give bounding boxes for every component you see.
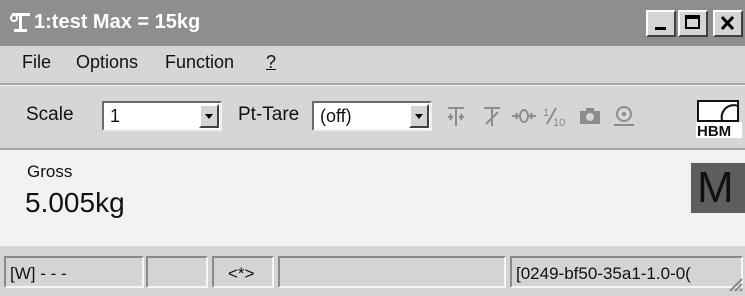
weight-reading: 5.005kg <box>25 187 125 218</box>
status-bar: [W] - - - <*> [0249-bf50-35a1-1.0-0( <box>0 248 745 296</box>
menu-options[interactable]: Options <box>76 52 138 73</box>
pt-tare-label: Pt-Tare <box>238 104 300 125</box>
menu-bar: File Options Function ? <box>0 46 745 82</box>
menu-function[interactable]: Function <box>165 52 234 73</box>
menu-help[interactable]: ? <box>266 52 276 73</box>
status-indicator-text: M <box>697 163 734 212</box>
window-title: 1:test Max = 15kg <box>34 11 201 33</box>
maximize-icon <box>685 15 700 29</box>
tenth-resolution-icon[interactable]: 1 10 <box>542 102 570 130</box>
scale-window: 1:test Max = 15kg File Options Function … <box>0 0 745 296</box>
scale-select-value: 1 <box>110 106 121 126</box>
status-mode-text: [W] - - - <box>10 264 67 283</box>
resize-grip-icon[interactable] <box>725 274 743 292</box>
pt-tare-select-value: (off) <box>320 106 352 126</box>
zero-set-icon[interactable] <box>478 102 506 130</box>
sensor-icon[interactable] <box>610 102 638 130</box>
svg-text:1: 1 <box>543 107 549 119</box>
scale-dropdown-button[interactable] <box>199 104 219 128</box>
toolbar: Scale 1 Pt-Tare (off) 1 10 HBM <box>0 88 745 146</box>
status-panel-info: [0249-bf50-35a1-1.0-0( <box>510 256 743 288</box>
pt-tare-dropdown-button[interactable] <box>409 104 429 128</box>
chevron-down-icon <box>205 114 213 119</box>
close-icon <box>720 15 735 31</box>
scale-select[interactable]: 1 <box>102 101 222 131</box>
title-bar[interactable]: 1:test Max = 15kg <box>0 0 745 46</box>
close-button[interactable] <box>713 10 743 37</box>
status-indicator: M <box>689 161 745 213</box>
menu-file[interactable]: File <box>22 52 51 73</box>
minimize-icon <box>655 27 666 30</box>
status-panel-empty-2 <box>278 256 506 288</box>
status-panel-mode: [W] - - - <box>4 256 144 288</box>
scale-label: Scale <box>26 104 74 125</box>
hbm-logo: HBM <box>696 100 742 140</box>
status-flag-text: <*> <box>228 264 255 283</box>
zero-icon[interactable] <box>510 102 538 130</box>
status-panel-empty-1 <box>146 256 208 288</box>
hbm-logo-text: HBM <box>697 123 731 140</box>
status-info-text: [0249-bf50-35a1-1.0-0( <box>516 264 691 283</box>
maximize-button[interactable] <box>678 10 708 37</box>
chevron-down-icon <box>415 114 423 119</box>
tare-icon[interactable] <box>442 102 470 130</box>
camera-icon[interactable] <box>576 102 604 130</box>
minimize-button[interactable] <box>646 10 676 37</box>
menu-divider <box>0 83 745 86</box>
status-panel-flag: <*> <box>212 256 274 288</box>
weight-display: Gross 5.005kg M <box>0 151 745 246</box>
pt-tare-select[interactable]: (off) <box>312 101 432 131</box>
svg-text:10: 10 <box>553 117 565 129</box>
weighing-mode-label: Gross <box>27 162 73 181</box>
scale-app-icon[interactable] <box>10 10 32 34</box>
